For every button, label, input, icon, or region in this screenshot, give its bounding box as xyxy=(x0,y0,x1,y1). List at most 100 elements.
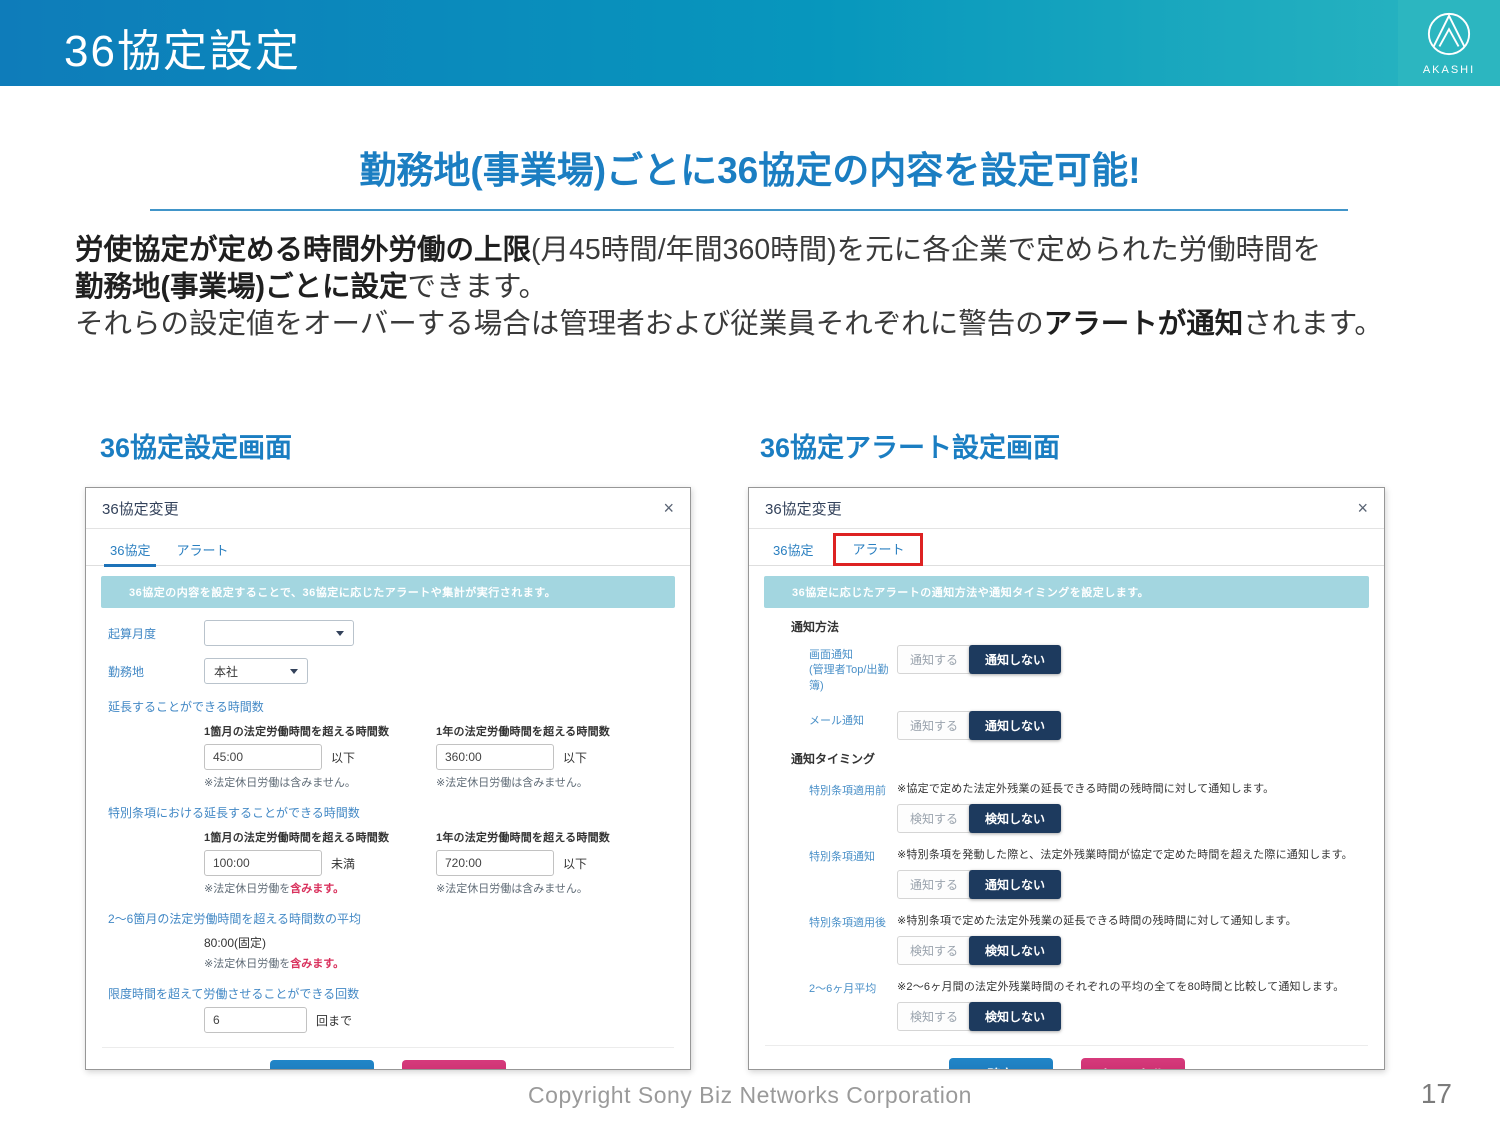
cancel-button[interactable]: キャンセル xyxy=(1081,1058,1185,1070)
field-start-month: 起算月度 xyxy=(108,620,668,646)
average-2to6-on-option[interactable]: 検知する xyxy=(897,1002,971,1031)
intro-line2-rest: できます。 xyxy=(407,271,547,303)
after-special-content: ※特別条項で定めた法定外残業の延長できる時間の残時間に対して通知します。 検知す… xyxy=(897,912,1366,965)
before-special-label: 特別条項適用前 xyxy=(809,780,897,798)
special-notice-toggle: 通知する 通知しない xyxy=(897,870,1366,899)
special-yearly-input[interactable] xyxy=(436,850,554,876)
average-2to6-content: ※2〜6ヶ月間の法定外残業時間のそれぞれの平均の全てを80時間と比較して通知しま… xyxy=(897,978,1366,1031)
special-monthly-suffix: 未満 xyxy=(331,855,355,872)
intro-line3-pre: それらの設定値をオーバーする場合は管理者および従業員それぞれに警告の xyxy=(75,308,1044,340)
chevron-down-icon xyxy=(290,669,298,674)
section-average-heading: 2〜6箇月の法定労働時間を超える時間数の平均 xyxy=(108,910,668,927)
limit-count-suffix: 回まで xyxy=(316,1012,352,1029)
work-location-value: 本社 xyxy=(214,663,238,680)
extend-monthly-column: 1箇月の法定労働時間を超える時間数 以下 ※法定休日労働は含みません。 xyxy=(204,723,404,790)
dialog-tabs: 36協定 アラート xyxy=(86,529,690,566)
extend-yearly-input[interactable] xyxy=(436,744,554,770)
special-yearly-column: 1年の法定労働時間を超える時間数 以下 ※法定休日労働は含みません。 xyxy=(436,829,636,896)
tab-alert[interactable]: アラート xyxy=(170,536,234,566)
before-special-off-option[interactable]: 検知しない xyxy=(969,804,1061,833)
special-notice-on-option[interactable]: 通知する xyxy=(897,870,971,899)
after-special-off-option[interactable]: 検知しない xyxy=(969,936,1061,965)
extend-yearly-note: ※法定休日労働は含みません。 xyxy=(436,774,636,790)
footer-divider xyxy=(102,1047,674,1048)
after-special-on-option[interactable]: 検知する xyxy=(897,936,971,965)
caption-alert-screen: 36協定アラート設定画面 xyxy=(760,426,1060,465)
section-extendable-hours-heading: 延長することができる時間数 xyxy=(108,698,668,715)
start-month-select[interactable] xyxy=(204,620,354,646)
page-number: 17 xyxy=(1421,1078,1452,1110)
tab-36-agreement[interactable]: 36協定 xyxy=(104,536,156,566)
screen-notify-toggle: 通知する 通知しない xyxy=(897,645,1061,674)
close-icon[interactable]: × xyxy=(1357,499,1368,517)
mail-notify-off-option[interactable]: 通知しない xyxy=(969,711,1061,740)
akashi-logo: AKASHI xyxy=(1398,0,1500,86)
timing-row-before-special: 特別条項適用前 ※協定で定めた法定外残業の延長できる時間の残時間に対して通知しま… xyxy=(767,780,1366,833)
tab-36-agreement[interactable]: 36協定 xyxy=(767,536,819,566)
before-special-content: ※協定で定めた法定外残業の延長できる時間の残時間に対して通知します。 検知する … xyxy=(897,780,1366,833)
dialog-36-agreement-settings: 36協定変更 × 36協定 アラート 36協定の内容を設定することで、36協定に… xyxy=(85,487,691,1070)
dialog-tabs: 36協定 アラート xyxy=(749,529,1384,566)
intro-line3-post: されます。 xyxy=(1243,308,1383,340)
dialog-title: 36協定変更 xyxy=(765,498,842,519)
average-2to6-off-option[interactable]: 検知しない xyxy=(969,1002,1061,1031)
screen-notify-on-option[interactable]: 通知する xyxy=(897,645,971,674)
mail-notify-label-line1: メール通知 xyxy=(809,715,864,727)
dialog-titlebar: 36協定変更 × xyxy=(749,488,1384,529)
close-icon[interactable]: × xyxy=(663,499,674,517)
intro-line2-bold: 勤務地(事業場)ごとに設定 xyxy=(75,271,407,303)
dialog-titlebar: 36協定変更 × xyxy=(86,488,690,529)
extend-yearly-label: 1年の法定労働時間を超える時間数 xyxy=(436,723,636,739)
special-notice-off-option[interactable]: 通知しない xyxy=(969,870,1061,899)
average-2to6-label: 2〜6ヶ月平均 xyxy=(809,978,897,996)
average-note: ※法定休日労働を含みます。 xyxy=(204,955,668,971)
special-monthly-input[interactable] xyxy=(204,850,322,876)
dialog-body: 通知方法 画面通知 (管理者Top/出勤簿) 通知する 通知しない メール通知 … xyxy=(749,618,1384,1031)
extend-monthly-input[interactable] xyxy=(204,744,322,770)
intro-line-3: それらの設定値をオーバーする場合は管理者および従業員それぞれに警告のアラートが通… xyxy=(75,306,1455,343)
caption-settings-screen: 36協定設定画面 xyxy=(100,426,292,465)
special-monthly-row: 未満 xyxy=(204,850,404,876)
timing-row-special-notice: 特別条項通知 ※特別条項を発動した際と、法定外残業時間が協定で定めた時間を超えた… xyxy=(767,846,1366,899)
after-special-note: ※特別条項で定めた法定外残業の延長できる時間の残時間に対して通知します。 xyxy=(897,915,1297,927)
notify-method-row-mail: メール通知 通知する 通知しない xyxy=(767,711,1366,740)
mail-notify-label: メール通知 xyxy=(809,711,897,729)
chevron-down-icon xyxy=(336,631,344,636)
dialog-buttons: 確定 キャンセル xyxy=(86,1060,690,1070)
special-yearly-label: 1年の法定労働時間を超える時間数 xyxy=(436,829,636,845)
confirm-button[interactable]: 確定 xyxy=(270,1060,374,1070)
extend-monthly-label: 1箇月の法定労働時間を超える時間数 xyxy=(204,723,404,739)
special-monthly-note-red: 含みます。 xyxy=(290,883,344,895)
section-limit-count: 回まで xyxy=(204,1007,668,1033)
before-special-toggle: 検知する 検知しない xyxy=(897,804,1366,833)
section-limit-count-heading: 限度時間を超えて労働させることができる回数 xyxy=(108,985,668,1002)
special-notice-note: ※特別条項を発動した際と、法定外残業時間が協定で定めた時間を超えた際に通知します… xyxy=(897,849,1353,861)
headline-divider xyxy=(150,209,1348,211)
special-notice-content: ※特別条項を発動した際と、法定外残業時間が協定で定めた時間を超えた際に通知します… xyxy=(897,846,1366,899)
extend-monthly-row: 以下 xyxy=(204,744,404,770)
section-special-clause-heading: 特別条項における延長することができる時間数 xyxy=(108,804,668,821)
work-location-select[interactable]: 本社 xyxy=(204,658,308,684)
average-fixed-value: 80:00(固定) xyxy=(204,934,668,951)
special-monthly-column: 1箇月の法定労働時間を超える時間数 未満 ※法定休日労働を含みます。 xyxy=(204,829,404,896)
average-2to6-toggle: 検知する 検知しない xyxy=(897,1002,1366,1031)
intro-line1-rest: (月45時間/年間360時間)を元に各企業で定められた労働時間を xyxy=(531,234,1321,266)
screen-notify-off-option[interactable]: 通知しない xyxy=(969,645,1061,674)
after-special-label: 特別条項適用後 xyxy=(809,912,897,930)
info-banner: 36協定の内容を設定することで、36協定に応じたアラートや集計が実行されます。 xyxy=(101,576,675,608)
mail-notify-on-option[interactable]: 通知する xyxy=(897,711,971,740)
timing-row-average: 2〜6ヶ月平均 ※2〜6ヶ月間の法定外残業時間のそれぞれの平均の全てを80時間と… xyxy=(767,978,1366,1031)
cancel-button[interactable]: キャンセル xyxy=(402,1060,506,1070)
limit-count-input[interactable] xyxy=(204,1007,307,1033)
extend-yearly-row: 以下 xyxy=(436,744,636,770)
after-special-toggle: 検知する 検知しない xyxy=(897,936,1366,965)
headline: 勤務地(事業場)ごとに36協定の内容を設定可能! xyxy=(0,140,1500,194)
extend-monthly-suffix: 以下 xyxy=(331,749,355,766)
intro-line-2: 勤務地(事業場)ごとに設定できます。 xyxy=(75,269,1455,306)
page-title: 36協定設定 xyxy=(64,15,301,79)
tab-alert-highlighted[interactable]: アラート xyxy=(833,533,923,566)
dialog-title: 36協定変更 xyxy=(102,498,179,519)
confirm-button[interactable]: 確定 xyxy=(949,1058,1053,1070)
extend-yearly-column: 1年の法定労働時間を超える時間数 以下 ※法定休日労働は含みません。 xyxy=(436,723,636,790)
before-special-on-option[interactable]: 検知する xyxy=(897,804,971,833)
